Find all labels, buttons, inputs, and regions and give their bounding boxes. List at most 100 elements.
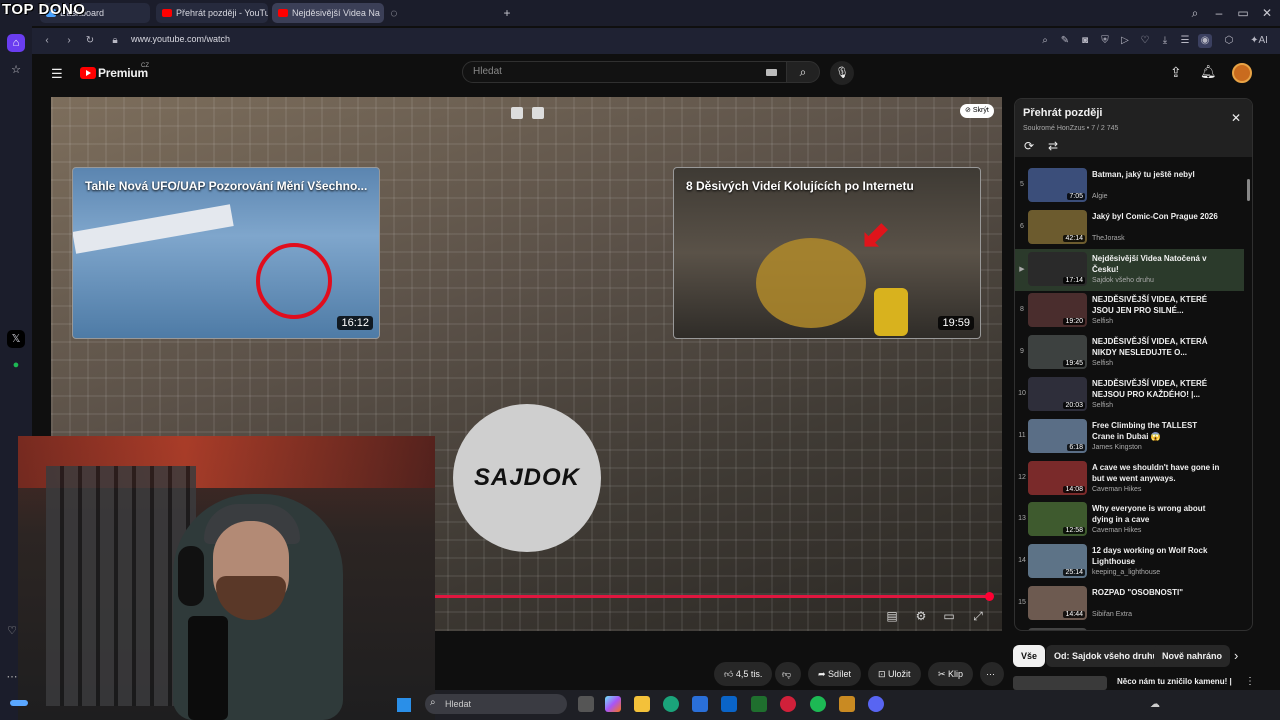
close-icon[interactable]: ✕ [1231,111,1241,125]
dislike-button[interactable]: 👎︎ [775,662,801,686]
tab-watch-later[interactable]: Přehrát později - YouTube [156,3,268,23]
fullscreen-icon[interactable]: ⤢ [970,608,986,624]
playlist-item[interactable]: 11 6:18 Free Climbing the TALLEST Crane in… [1015,416,1244,458]
playlist-item[interactable]: 8 19:20 NEJDĚSIVĚJŠÍ VIDEA, KTERÉ JSOU JEN… [1015,290,1244,332]
edge-icon[interactable] [663,696,679,712]
app-icon[interactable] [751,696,767,712]
camera-icon[interactable] [532,107,544,119]
chevron-right-icon[interactable]: › [1234,648,1238,663]
playlist-item[interactable]: 6 42:14 Jaký byl Comic-Con Prague 2026 TheJ… [1015,207,1244,249]
subtitles-icon[interactable]: ▤ [884,608,900,624]
playlist-item[interactable]: 9 19:45 NEJDĚSIVĚJŠÍ VIDEA, KTERÁ NIKDY NE… [1015,332,1244,374]
youtube-logo-icon[interactable] [80,67,96,79]
endcard-video-1[interactable]: Tahle Nová UFO/UAP Pozorování Mění Všech… [72,167,380,339]
hamburger-menu-icon[interactable]: ☰ [51,66,63,82]
playlist-item-index: 15 [1018,599,1026,606]
more-icon[interactable]: ⋯ [3,668,21,686]
shuffle-icon[interactable]: ⇄ [1048,139,1058,153]
playlist-item-duration: 12:58 [1063,527,1085,535]
ai-button[interactable]: ✦AI [1246,34,1272,48]
playlist-item[interactable]: 5 7:05 Batman, jaký tu ještě nebyl Algie [1015,165,1244,207]
forward-icon[interactable]: › [62,34,76,48]
chip-from-channel[interactable]: Od: Sajdok všeho druhu [1046,645,1167,667]
notifications-icon[interactable]: 🔔︎ [1200,64,1217,80]
home-icon[interactable]: ⌂ [7,34,25,52]
close-window-button[interactable]: ✕ [1258,4,1276,22]
chip-all[interactable]: Vše [1013,645,1046,667]
discord-icon[interactable] [868,696,884,712]
progress-scrubber[interactable] [985,592,994,601]
save-button[interactable]: ⊡ Uložit [868,662,921,686]
reload-icon[interactable]: ↻ [83,34,97,48]
opera-icon[interactable] [780,696,796,712]
playlist-item-title: Jaký byl Comic-Con Prague 2026 [1092,211,1218,221]
x-icon[interactable]: 𝕏 [7,330,25,348]
chip-recently-uploaded[interactable]: Nově nahráno [1154,645,1231,667]
theater-mode-icon[interactable]: ▭ [941,608,957,624]
back-icon[interactable]: ‹ [40,34,54,48]
app-icon[interactable] [839,696,855,712]
lock-icon[interactable]: 🔒︎ [108,34,122,48]
shield-icon[interactable]: ⛨ [1098,34,1112,48]
search-button[interactable]: ⌕ [786,61,820,83]
playlist-item-title: NEJDĚSIVĚJŠÍ VIDEA, KTERÁ NIKDY NESLEDUJ… [1092,337,1208,358]
playlist-item[interactable]: 14 25:14 12 days working on Wolf Rock Ligh… [1015,541,1244,583]
playlist-item[interactable]: 12 14:08 A cave we shouldn't have gone in … [1015,458,1244,500]
miniplayer-icon[interactable] [511,107,523,119]
microphone-icon[interactable]: 🎙︎ [830,61,854,85]
upload-icon[interactable]: ⇪ [1170,64,1182,81]
next-video-thumbnail[interactable] [1013,676,1107,690]
playlist-item[interactable]: 16ZAKÁZANÁ HISTORIE: [1015,625,1244,630]
eye-off-icon: ⊘ [965,107,973,114]
playlist-scrollbar[interactable] [1247,179,1250,201]
maximize-button[interactable]: ▭ [1234,4,1252,22]
windows-widget-icon[interactable] [10,700,28,706]
file-explorer-icon[interactable] [634,696,650,712]
menu-icon[interactable]: ☰ [1178,34,1192,48]
taskbar-search[interactable]: Hledat [425,694,567,714]
spotify-icon[interactable]: ● [7,356,25,374]
spotify-icon[interactable] [810,696,826,712]
hide-endcards-button[interactable]: ⊘ Skrýt [960,104,994,118]
outlook-icon[interactable] [721,696,737,712]
keyboard-icon[interactable] [766,69,777,76]
store-icon[interactable] [692,696,708,712]
playlist-item[interactable]: 10 20:03 NEJDĚSIVĚJŠÍ VIDEA, KTERÉ NEJSOU … [1015,374,1244,416]
avatar[interactable] [1232,63,1252,83]
playlist-item[interactable]: 13 12:58 Why everyone is wrong about dying… [1015,499,1244,541]
search-input[interactable]: Hledat [462,61,787,83]
playlist-title[interactable]: Přehrát později [1023,107,1102,119]
clip-button[interactable]: ✂ Klip [928,662,974,686]
profile-icon[interactable]: ◉ [1198,34,1212,48]
edit-icon[interactable]: ✎ [1058,34,1072,48]
more-vert-icon[interactable]: ⋮ [1245,676,1255,687]
tab-current-video[interactable]: Nejděsivější Videa Na [272,3,384,23]
playlist-panel: Přehrát později Soukromé HonZzus • 7 / 2… [1014,98,1253,631]
copilot-icon[interactable] [605,696,621,712]
camera-icon[interactable]: ◙ [1078,34,1092,48]
heart-icon[interactable]: ♡ [1138,34,1152,48]
progress-bar[interactable] [434,595,991,598]
zoom-icon[interactable]: ⌕ [1038,34,1052,48]
playlist-item[interactable]: ▶ 17:14 Nejděsivější Videa Natočená v Česk… [1015,248,1244,291]
share-button[interactable]: ➦ Sdílet [808,662,862,686]
task-view-icon[interactable] [578,696,594,712]
playlist-item[interactable]: 15 14:44 ROZPAD "OSOBNOSTI" Sibiřan Extra [1015,583,1244,625]
minimize-button[interactable]: – [1210,4,1228,22]
extensions-icon[interactable]: ⬡ [1222,34,1236,48]
loop-icon[interactable]: ⟳ [1024,139,1034,153]
next-video-title[interactable]: Něco nám tu zničilo kamenu! | [1117,677,1232,686]
search-tabs-icon[interactable]: ⌕ [1186,4,1204,22]
endcard-video-2[interactable]: 8 Děsivých Videí Kolujících po Internetu… [673,167,981,339]
star-icon[interactable]: ☆ [7,61,25,79]
download-icon[interactable]: ⤓ [1158,34,1172,48]
new-tab-button[interactable]: + [498,4,516,22]
bell-icon[interactable]: ♡ [3,622,21,640]
send-icon[interactable]: ▷ [1118,34,1132,48]
url-field[interactable]: www.youtube.com/watch [131,34,230,44]
more-actions-button[interactable]: ⋯ [980,662,1004,686]
like-button[interactable]: 👍︎ 4,5 tis. [714,662,773,686]
windows-start-icon[interactable] [397,698,411,712]
network-icon[interactable]: ☁ [1150,699,1160,710]
settings-icon[interactable]: ⚙ [913,608,929,624]
